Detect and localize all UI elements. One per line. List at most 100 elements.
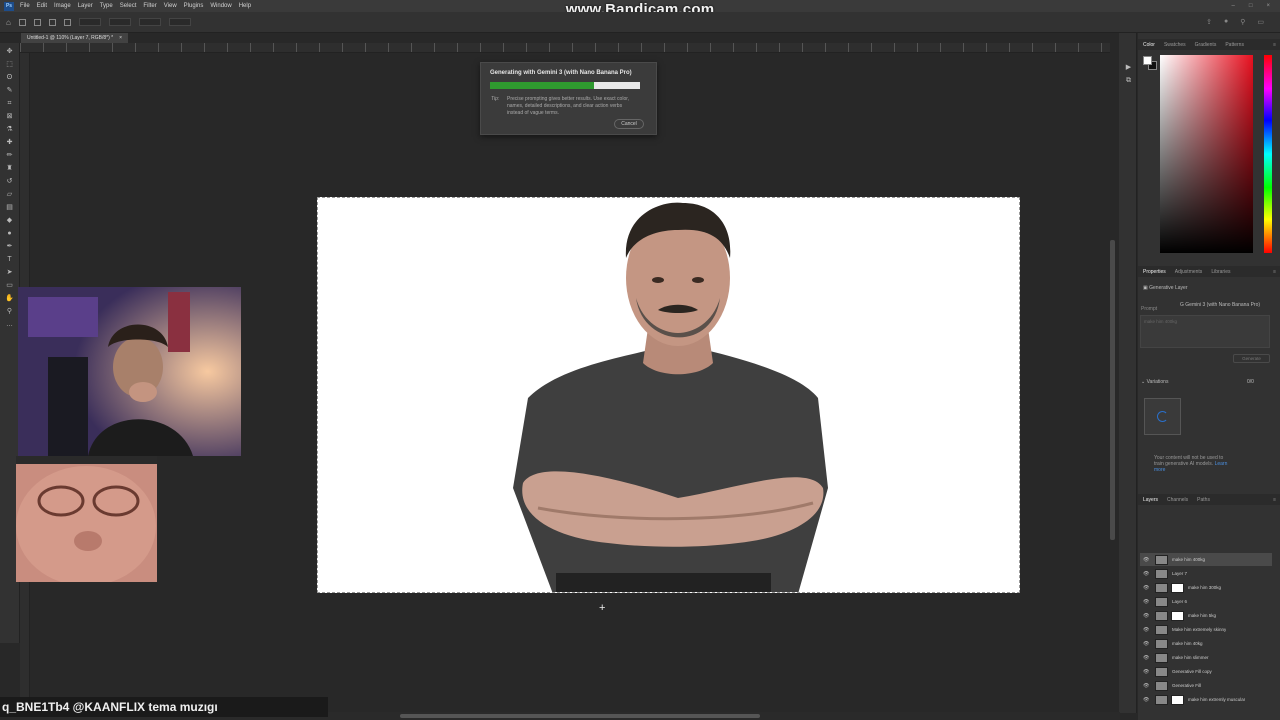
generate-button[interactable]: Generate bbox=[1233, 354, 1270, 363]
tab-properties[interactable]: Properties bbox=[1143, 269, 1166, 275]
crop-tool-icon[interactable]: ⌗ bbox=[5, 99, 14, 108]
dodge-tool-icon[interactable]: ● bbox=[5, 229, 14, 238]
layer-mask-thumbnail[interactable] bbox=[1171, 610, 1184, 621]
layer-row[interactable]: 👁 make him slimmer bbox=[1140, 651, 1272, 664]
layer-row[interactable]: 👁 make him 5kg bbox=[1140, 609, 1272, 622]
visibility-eye-icon[interactable]: 👁 bbox=[1143, 557, 1151, 563]
stamp-tool-icon[interactable]: ♜ bbox=[5, 164, 14, 173]
marquee-tool-icon[interactable] bbox=[18, 18, 26, 26]
history-brush-icon[interactable]: ↺ bbox=[5, 177, 14, 186]
layer-row[interactable]: 👁 Layer 7 bbox=[1140, 567, 1272, 580]
width-field[interactable] bbox=[138, 18, 161, 26]
tab-patterns[interactable]: Patterns bbox=[1225, 42, 1244, 48]
layer-mask-thumbnail[interactable] bbox=[1171, 582, 1184, 593]
quick-select-tool-icon[interactable]: ✎ bbox=[5, 86, 14, 95]
layer-row[interactable]: 👁 make him extremly muscular bbox=[1140, 693, 1272, 706]
visibility-eye-icon[interactable]: 👁 bbox=[1143, 641, 1151, 647]
tab-layers[interactable]: Layers bbox=[1143, 497, 1158, 503]
subtract-selection-icon[interactable] bbox=[63, 18, 71, 26]
generation-progress-dialog: Generating with Gemini 3 (with Nano Bana… bbox=[480, 62, 657, 135]
hand-tool-icon[interactable]: ✋ bbox=[5, 294, 14, 303]
visibility-eye-icon[interactable]: 👁 bbox=[1143, 655, 1151, 661]
tab-swatches[interactable]: Swatches bbox=[1164, 42, 1186, 48]
foreground-background-swatches[interactable] bbox=[1143, 56, 1157, 70]
move-tool-icon[interactable]: ✥ bbox=[5, 47, 14, 56]
brush-tool-icon[interactable]: ✏ bbox=[5, 151, 14, 160]
layer-row[interactable]: 👁 Layer 6 bbox=[1140, 595, 1272, 608]
tab-color[interactable]: Color bbox=[1143, 42, 1155, 48]
add-selection-icon[interactable] bbox=[48, 18, 56, 26]
lasso-tool-icon[interactable]: ʘ bbox=[5, 73, 14, 82]
hue-slider[interactable] bbox=[1264, 55, 1272, 253]
visibility-eye-icon[interactable]: 👁 bbox=[1143, 599, 1151, 605]
dialog-title: Generating with Gemini 3 (with Nano Bana… bbox=[490, 70, 632, 76]
path-select-icon[interactable]: ➤ bbox=[5, 268, 14, 277]
height-field[interactable] bbox=[168, 18, 191, 26]
prompt-input[interactable]: make him 400kg bbox=[1140, 315, 1270, 348]
panel-menu-icon[interactable]: ≡ bbox=[1273, 269, 1276, 275]
visibility-eye-icon[interactable]: 👁 bbox=[1143, 697, 1151, 703]
play-icon[interactable]: ▶ bbox=[1124, 63, 1133, 72]
feather-field[interactable] bbox=[78, 18, 101, 26]
layer-row[interactable]: 👁 make him 300kg bbox=[1140, 581, 1272, 594]
tab-adjustments[interactable]: Adjustments bbox=[1175, 269, 1203, 275]
tab-channels[interactable]: Channels bbox=[1167, 497, 1188, 503]
search-icon[interactable]: ⚲ bbox=[1240, 18, 1245, 26]
healing-tool-icon[interactable]: ✚ bbox=[5, 138, 14, 147]
visibility-eye-icon[interactable]: 👁 bbox=[1143, 571, 1151, 577]
layer-row[interactable]: 👁 make him 400kg bbox=[1140, 553, 1272, 566]
cancel-button[interactable]: Cancel bbox=[614, 119, 644, 129]
horizontal-scrollbar[interactable] bbox=[400, 714, 760, 718]
shape-tool-icon[interactable]: ▭ bbox=[5, 281, 14, 290]
layer-name: make him slimmer bbox=[1172, 655, 1209, 660]
layer-row[interactable]: 👁 make him 40kg bbox=[1140, 637, 1272, 650]
workspace-icon[interactable]: ▭ bbox=[1257, 18, 1264, 26]
tab-libraries[interactable]: Libraries bbox=[1211, 269, 1230, 275]
color-picker-field[interactable] bbox=[1160, 55, 1253, 253]
close-tab-icon[interactable]: × bbox=[119, 35, 122, 41]
panel-menu-icon[interactable]: ≡ bbox=[1273, 497, 1276, 503]
layer-row[interactable]: 👁 Generative Fill copy bbox=[1140, 665, 1272, 678]
visibility-eye-icon[interactable]: 👁 bbox=[1143, 683, 1151, 689]
panel-menu-icon[interactable]: ≡ bbox=[1273, 42, 1276, 48]
blur-tool-icon[interactable]: ◆ bbox=[5, 216, 14, 225]
share-icon[interactable]: ⇪ bbox=[1206, 18, 1212, 26]
layer-thumbnail bbox=[1155, 652, 1168, 663]
layer-mask-thumbnail[interactable] bbox=[1171, 694, 1184, 705]
zoom-tool-icon[interactable]: ⚲ bbox=[5, 307, 14, 316]
document-canvas[interactable] bbox=[317, 197, 1020, 593]
visibility-eye-icon[interactable]: 👁 bbox=[1143, 613, 1151, 619]
layer-name: make him extremly muscular bbox=[1188, 697, 1246, 702]
variations-header[interactable]: ⌄ Variations bbox=[1141, 379, 1168, 385]
layer-row[interactable]: 👁 Make him extremely skinny bbox=[1140, 623, 1272, 636]
document-tab[interactable]: Untitled-1 @ 110% (Layer 7, RGB/8*) * × bbox=[21, 33, 129, 43]
notifications-icon[interactable]: ● bbox=[1224, 18, 1228, 26]
layer-row[interactable]: 👁 Generative Fill bbox=[1140, 679, 1272, 692]
frame-tool-icon[interactable]: ⊠ bbox=[5, 112, 14, 121]
model-label: Gemini 3 (with Nano Banana Pro) bbox=[1185, 302, 1261, 308]
visibility-eye-icon[interactable]: 👁 bbox=[1143, 627, 1151, 633]
tab-gradients[interactable]: Gradients bbox=[1195, 42, 1217, 48]
style-field[interactable] bbox=[108, 18, 131, 26]
home-icon[interactable]: ⌂ bbox=[6, 18, 11, 27]
model-selector[interactable]: G Gemini 3 (with Nano Banana Pro) bbox=[1180, 302, 1260, 308]
visibility-eye-icon[interactable]: 👁 bbox=[1143, 669, 1151, 675]
history-icon[interactable]: ⧉ bbox=[1124, 76, 1133, 85]
foreground-color[interactable] bbox=[1143, 56, 1152, 65]
variation-thumbnail[interactable] bbox=[1144, 398, 1181, 435]
gradient-tool-icon[interactable]: ▤ bbox=[5, 203, 14, 212]
marquee-tool-icon[interactable]: ⬚ bbox=[5, 60, 14, 69]
options-bar: ⌂ ⇪ ● ⚲ ▭ bbox=[0, 12, 1280, 33]
pen-tool-icon[interactable]: ✒ bbox=[5, 242, 14, 251]
layer-name: make him 300kg bbox=[1188, 585, 1222, 590]
visibility-eye-icon[interactable]: 👁 bbox=[1143, 585, 1151, 591]
vertical-scrollbar[interactable] bbox=[1110, 240, 1115, 540]
eraser-tool-icon[interactable]: ▱ bbox=[5, 190, 14, 199]
eyedropper-tool-icon[interactable]: ⚗ bbox=[5, 125, 14, 134]
streamer-webcam bbox=[18, 287, 241, 456]
tab-paths[interactable]: Paths bbox=[1197, 497, 1210, 503]
type-tool-icon[interactable]: T bbox=[5, 255, 14, 264]
new-selection-icon[interactable] bbox=[33, 18, 41, 26]
training-notice: Your content will not be used to train g… bbox=[1154, 455, 1234, 473]
more-tools-icon[interactable]: … bbox=[5, 320, 14, 329]
